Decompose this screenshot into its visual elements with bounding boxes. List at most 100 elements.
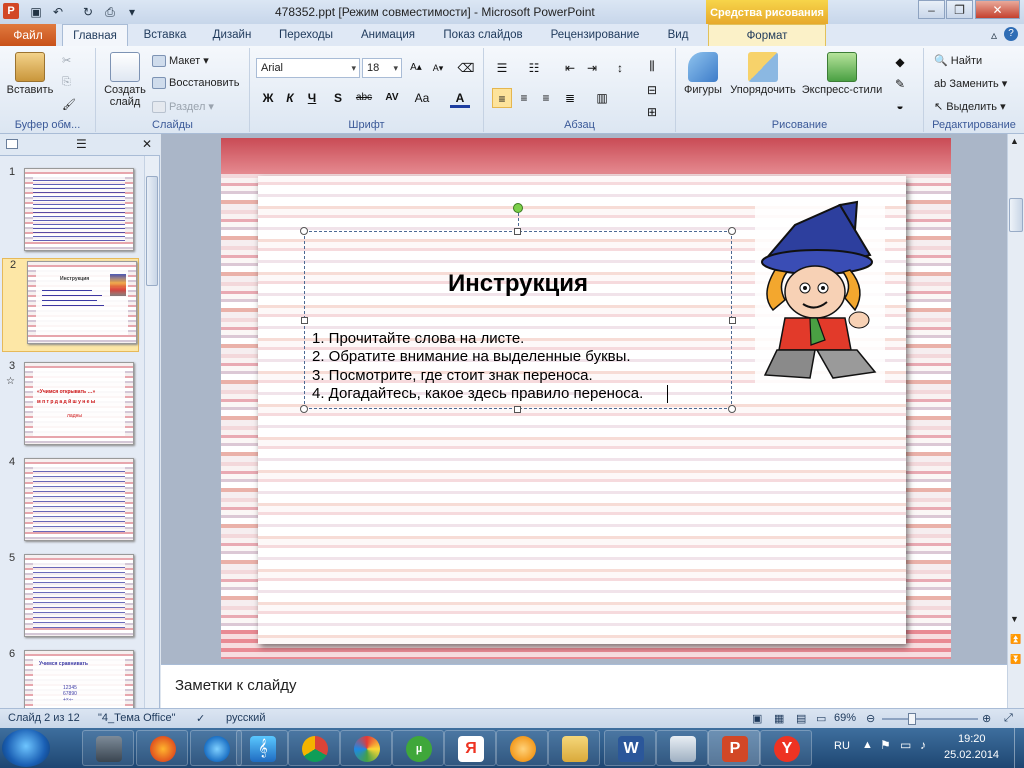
close-panel-icon[interactable]: ✕: [142, 137, 152, 151]
close-button[interactable]: ✕: [975, 0, 1020, 19]
zoom-level[interactable]: 69%: [834, 712, 856, 724]
underline-button[interactable]: Ч: [302, 88, 322, 108]
resize-handle-nw[interactable]: [300, 227, 308, 235]
outline-tab-icon[interactable]: ☰: [76, 137, 87, 151]
taskbar-app-music[interactable]: 𝄞: [236, 730, 288, 766]
slide-thumbnail-4[interactable]: 4: [0, 456, 144, 550]
network-icon[interactable]: ▭: [900, 738, 911, 752]
replace-button[interactable]: ab Заменить ▾: [934, 77, 1007, 90]
normal-view-icon[interactable]: ▣: [752, 712, 762, 725]
char-spacing-button[interactable]: AV: [380, 88, 404, 108]
taskbar-app-ball[interactable]: [340, 730, 392, 766]
taskbar-app-powerpoint[interactable]: P: [708, 730, 760, 766]
increase-indent-icon[interactable]: ⇥: [582, 58, 602, 78]
new-slide-button[interactable]: Создать слайд: [100, 52, 150, 108]
shadow-button[interactable]: S: [328, 88, 348, 108]
taskbar-app-word[interactable]: W: [604, 730, 656, 766]
slide-thumbnail-6[interactable]: 6 Учимся сравнивать 12345 67890 +×÷-: [0, 648, 144, 708]
resize-handle-e[interactable]: [729, 317, 736, 324]
align-left-icon[interactable]: ≡: [492, 88, 512, 108]
clock-date[interactable]: 25.02.2014: [944, 749, 999, 761]
text-direction-icon[interactable]: ⫼: [642, 56, 662, 76]
powerpoint-logo-icon[interactable]: P: [3, 3, 19, 19]
fit-slide-icon[interactable]: ⤢: [1004, 712, 1013, 725]
find-button[interactable]: 🔍 Найти: [934, 54, 982, 67]
resize-handle-ne[interactable]: [728, 227, 736, 235]
columns-icon[interactable]: ▥: [592, 88, 612, 108]
minimize-ribbon-icon[interactable]: ▵: [986, 27, 1002, 43]
slide-thumbnail-3[interactable]: 3 ☆ «Учимся открывать …» м п т р д а д й…: [0, 360, 144, 454]
section-button[interactable]: Раздел ▾: [152, 100, 214, 114]
paste-button[interactable]: Вставить: [4, 52, 56, 96]
taskbar-app-games[interactable]: [82, 730, 134, 766]
minimize-button[interactable]: –: [918, 0, 945, 19]
slide-thumbnail-2[interactable]: 2 Инструкция: [2, 258, 139, 352]
tab-format[interactable]: Формат: [708, 24, 826, 46]
justify-icon[interactable]: ≣: [560, 88, 580, 108]
scrollbar-thumb[interactable]: [146, 176, 158, 286]
zoom-slider[interactable]: [882, 718, 978, 720]
notes-pane[interactable]: Заметки к слайду: [161, 664, 1007, 708]
numbering-icon[interactable]: ☷: [524, 58, 544, 78]
tab-review[interactable]: Рецензирование: [540, 24, 650, 46]
slide-thumbnail-1[interactable]: 1: [0, 166, 144, 260]
scrollbar-thumb[interactable]: [1009, 198, 1023, 232]
line-spacing-icon[interactable]: ↕: [610, 58, 630, 78]
resize-handle-w[interactable]: [301, 317, 308, 324]
zoom-in-icon[interactable]: ⊕: [982, 712, 991, 725]
slides-tab-icon[interactable]: [6, 139, 18, 149]
arrange-button[interactable]: Упорядочить: [726, 52, 800, 96]
taskbar-app-firefox[interactable]: [136, 730, 188, 766]
redo-icon[interactable]: ↻: [80, 4, 96, 20]
resize-handle-se[interactable]: [728, 405, 736, 413]
clear-format-icon[interactable]: ⌫: [456, 58, 476, 78]
taskbar-app-explorer[interactable]: [548, 730, 600, 766]
tab-insert[interactable]: Вставка: [134, 24, 196, 46]
tab-view[interactable]: Вид: [656, 24, 700, 46]
rotation-handle[interactable]: [513, 203, 523, 213]
shape-fill-icon[interactable]: ◆: [890, 52, 910, 72]
strikethrough-button[interactable]: abc: [352, 88, 376, 108]
scroll-up-icon[interactable]: ▲: [1010, 136, 1019, 146]
slide-sorter-icon[interactable]: ▦: [774, 712, 784, 725]
tab-design[interactable]: Дизайн: [204, 24, 260, 46]
tab-transitions[interactable]: Переходы: [270, 24, 342, 46]
taskbar-app-chrome[interactable]: [288, 730, 340, 766]
shape-effects-icon[interactable]: ◒: [890, 96, 910, 116]
font-size-combo[interactable]: 18: [362, 58, 402, 78]
align-center-icon[interactable]: ≡: [514, 88, 534, 108]
shape-outline-icon[interactable]: ✎: [890, 74, 910, 94]
scroll-down-icon[interactable]: ▼: [1010, 614, 1019, 624]
show-desktop-button[interactable]: [1014, 728, 1024, 768]
shrink-font-icon[interactable]: A▾: [428, 58, 448, 78]
resize-handle-sw[interactable]: [300, 405, 308, 413]
tab-animation[interactable]: Анимация: [350, 24, 426, 46]
undo-icon[interactable]: ↶: [50, 4, 66, 20]
zoom-slider-thumb[interactable]: [908, 713, 916, 725]
select-button[interactable]: ↖ Выделить ▾: [934, 100, 1006, 113]
slideshow-view-icon[interactable]: ▭: [816, 712, 826, 725]
flag-icon[interactable]: ⚑: [880, 738, 891, 752]
tab-slideshow[interactable]: Показ слайдов: [434, 24, 532, 46]
taskbar-app-notes[interactable]: [656, 730, 708, 766]
restore-button[interactable]: ❐: [946, 0, 973, 19]
decrease-indent-icon[interactable]: ⇤: [560, 58, 580, 78]
font-name-combo[interactable]: Arial: [256, 58, 360, 78]
customize-qat-icon[interactable]: ▾: [124, 4, 140, 20]
language-tray[interactable]: RU: [834, 740, 850, 752]
slide-thumbnail-5[interactable]: 5: [0, 552, 144, 646]
align-right-icon[interactable]: ≡: [536, 88, 556, 108]
bold-button[interactable]: Ж: [258, 88, 278, 108]
start-button[interactable]: [2, 729, 50, 767]
layout-button[interactable]: Макет ▾: [152, 54, 209, 68]
show-hidden-icon[interactable]: ▲: [862, 739, 873, 751]
font-color-button[interactable]: A: [450, 88, 470, 108]
grow-font-icon[interactable]: A▴: [406, 58, 426, 78]
volume-icon[interactable]: ♪: [920, 738, 926, 752]
shapes-button[interactable]: Фигуры: [680, 52, 726, 96]
clock-time[interactable]: 19:20: [958, 733, 986, 745]
bullets-icon[interactable]: ☰: [492, 58, 512, 78]
tab-file[interactable]: Файл: [0, 24, 56, 46]
taskbar-app-yandex[interactable]: Я: [444, 730, 496, 766]
zoom-out-icon[interactable]: ⊖: [866, 712, 875, 725]
